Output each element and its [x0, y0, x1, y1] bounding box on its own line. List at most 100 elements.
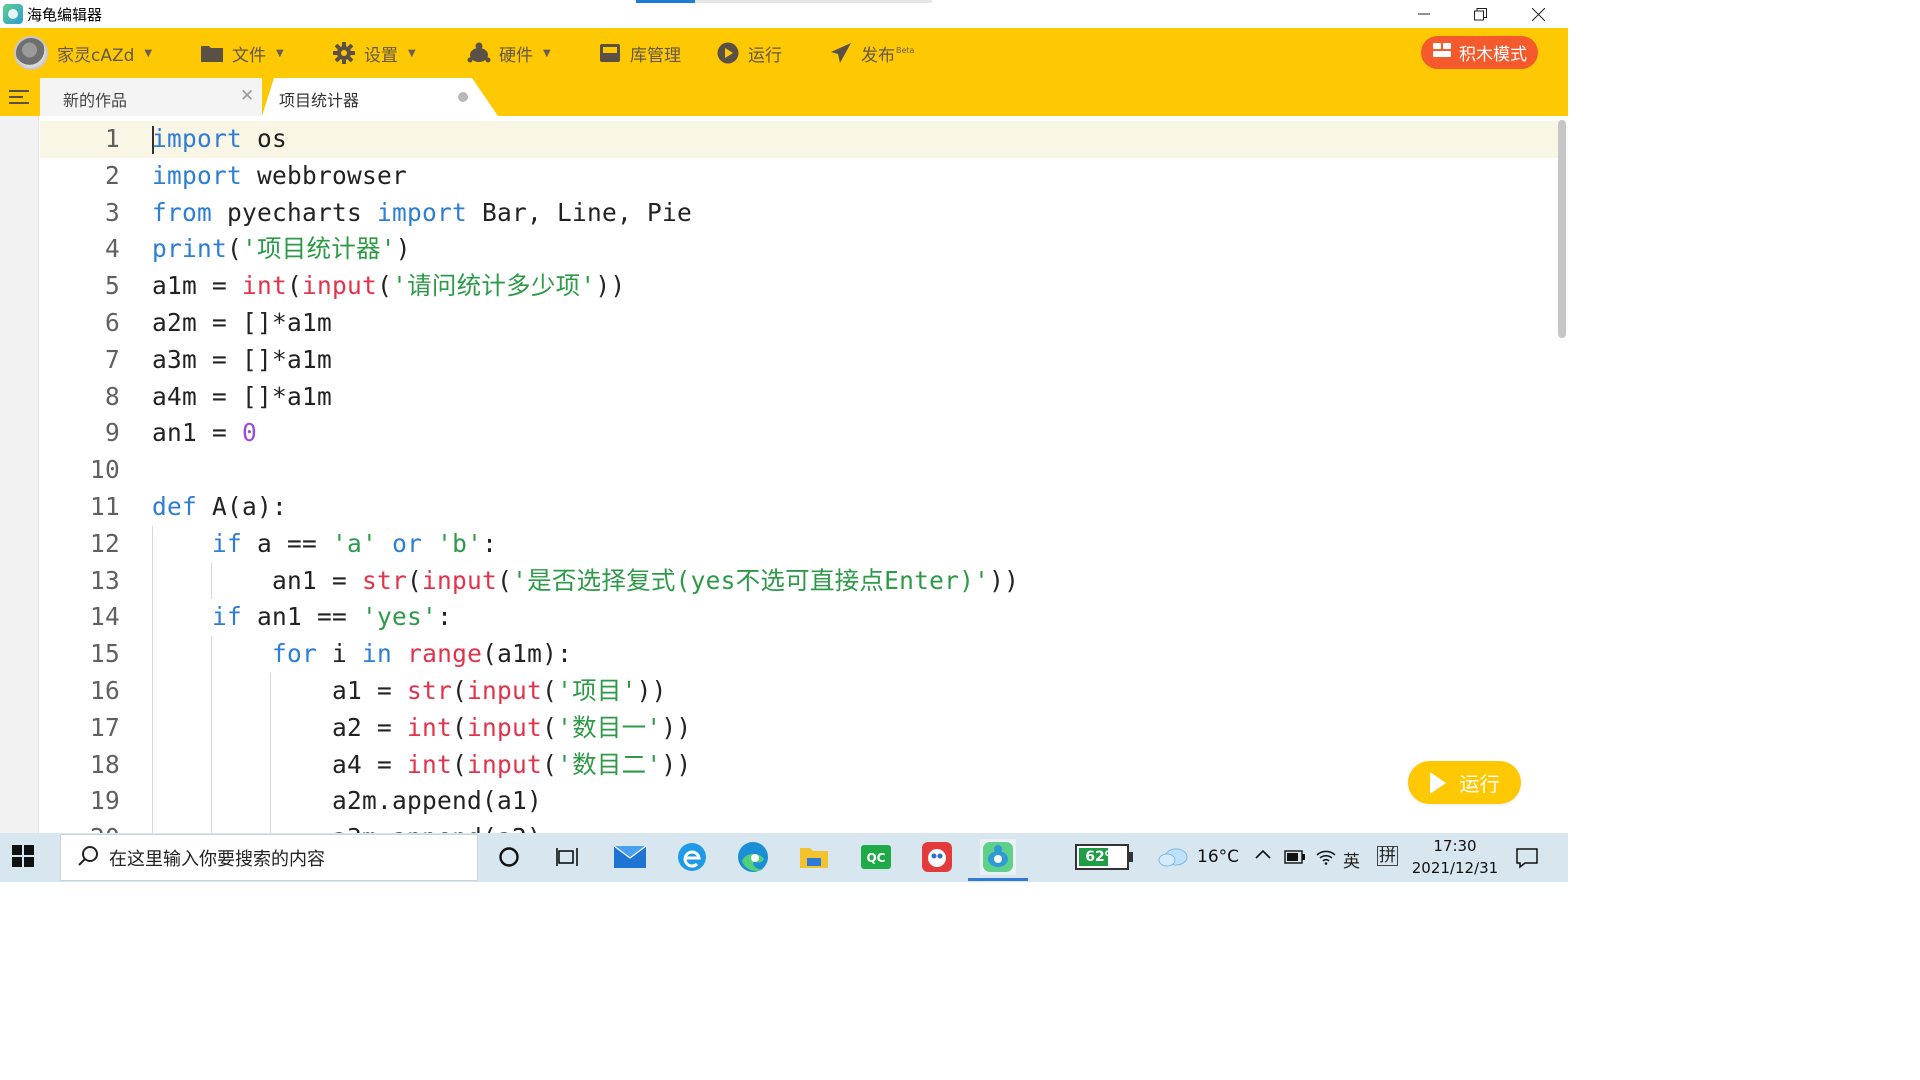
- code-line[interactable]: 14 if an1 == 'yes':: [40, 599, 1558, 636]
- code-line[interactable]: 8 a4m = []*a1m: [40, 379, 1558, 416]
- taskbar-search-input[interactable]: 在这里输入你要搜索的内容: [60, 834, 478, 881]
- tab-project-counter[interactable]: 项目统计器: [262, 78, 498, 116]
- code-line[interactable]: 9 an1 = 0: [40, 415, 1558, 452]
- ime-language[interactable]: 英: [1343, 847, 1360, 872]
- code-editor[interactable]: 1 import os 2 import webbrowser 3 from pyecha…: [40, 116, 1568, 833]
- code-line[interactable]: 2 import webbrowser: [40, 158, 1558, 195]
- sidebar-toggle-button[interactable]: [0, 78, 38, 116]
- turtle-editor-icon: [983, 842, 1013, 872]
- code-line[interactable]: 3 from pyecharts import Bar, Line, Pie: [40, 195, 1558, 232]
- taskbar-mail[interactable]: [612, 839, 648, 875]
- wifi-icon[interactable]: [1316, 847, 1336, 869]
- code-line[interactable]: 19 a2m.append(a1): [40, 783, 1558, 820]
- app-logo-icon: [3, 4, 23, 24]
- line-number: 12: [89, 528, 120, 558]
- code-line[interactable]: 11 def A(a):: [40, 489, 1558, 526]
- code-token: in: [362, 639, 393, 669]
- code-token: or: [392, 528, 423, 558]
- tab-new-work[interactable]: 新的作品: [40, 78, 262, 116]
- game-app-icon: [922, 842, 952, 872]
- publish-button[interactable]: 发布 Beta: [829, 28, 914, 78]
- code-line[interactable]: 6 a2m = []*a1m: [40, 305, 1558, 342]
- code-token: a2 =: [152, 712, 408, 742]
- file-menu[interactable]: 文件 ▼: [200, 28, 284, 78]
- battery-widget[interactable]: 62%: [1075, 844, 1129, 870]
- code-line[interactable]: 10: [40, 452, 1558, 489]
- code-line[interactable]: 16 a1 = str(input('项目')): [40, 673, 1558, 710]
- code-token: (: [452, 749, 468, 779]
- close-button[interactable]: [1510, 0, 1566, 28]
- qc-app-icon: QC: [861, 845, 891, 869]
- load-progress-bar: [636, 0, 932, 3]
- search-icon: [77, 845, 99, 871]
- code-token: import: [377, 197, 468, 227]
- weather-temperature[interactable]: 16°C: [1197, 847, 1239, 867]
- code-line[interactable]: 7 a3m = []*a1m: [40, 342, 1558, 379]
- line-source: a1 = str(input('项目')): [152, 673, 667, 710]
- run-button[interactable]: 运行: [716, 28, 782, 78]
- minimize-button[interactable]: [1396, 0, 1452, 28]
- code-line[interactable]: 4 print('项目统计器'): [40, 231, 1558, 268]
- code-line[interactable]: 12 if a == 'a' or 'b':: [40, 526, 1558, 563]
- run-button-label: 运行: [748, 45, 782, 66]
- library-manager-label: 库管理: [630, 45, 681, 66]
- settings-menu[interactable]: 设置 ▼: [332, 28, 416, 78]
- folder-icon: [800, 848, 828, 868]
- side-gutter: [0, 116, 39, 833]
- line-number: 1: [104, 124, 120, 153]
- search-placeholder: 在这里输入你要搜索的内容: [109, 848, 325, 870]
- cortana-button[interactable]: [491, 839, 527, 875]
- inbox-icon: [598, 41, 622, 65]
- line-source: if a == 'a' or 'b':: [152, 526, 497, 563]
- taskbar-game-app[interactable]: [919, 839, 955, 875]
- code-token: input: [467, 675, 543, 705]
- code-line[interactable]: 17 a2 = int(input('数目一')): [40, 710, 1558, 747]
- floating-run-button[interactable]: 运行: [1408, 761, 1521, 804]
- tab-bar: 新的作品 ✕ 项目统计器: [0, 78, 1568, 116]
- code-line[interactable]: 18 a4 = int(input('数目二')): [40, 747, 1558, 784]
- restore-button[interactable]: [1452, 0, 1508, 28]
- menu-icon: [9, 90, 29, 104]
- cloud-icon[interactable]: [1158, 846, 1190, 872]
- clock-time[interactable]: 17:30: [1410, 837, 1500, 855]
- start-button[interactable]: [12, 845, 38, 871]
- notification-center-icon[interactable]: [1516, 847, 1538, 873]
- user-menu[interactable]: 家灵cAZd ▼: [14, 28, 152, 78]
- code-line[interactable]: 13 an1 = str(input('是否选择复式(yes不选可直接点Ente…: [40, 563, 1558, 600]
- text-cursor: [152, 126, 154, 154]
- taskbar-edge[interactable]: [735, 839, 771, 875]
- vertical-scrollbar[interactable]: [1558, 120, 1566, 338]
- line-source: a2m = []*a1m: [152, 305, 332, 342]
- tab-close-icon[interactable]: ✕: [240, 86, 254, 106]
- clock-date[interactable]: 2021/12/31: [1410, 859, 1500, 877]
- task-view-button[interactable]: [550, 839, 586, 875]
- taskbar-browser-e[interactable]: [674, 839, 710, 875]
- line-source: if an1 == 'yes':: [152, 599, 452, 636]
- taskbar: 在这里输入你要搜索的内容 QC 62% 16°C 英 拼 17:30 2021/…: [0, 833, 1568, 882]
- line-source: def A(a):: [152, 489, 287, 526]
- unsaved-dot-icon[interactable]: [458, 92, 468, 102]
- minimize-icon: [1418, 13, 1430, 15]
- ime-mode[interactable]: 拼: [1377, 846, 1398, 866]
- taskbar-qc-app[interactable]: QC: [858, 839, 894, 875]
- block-mode-button[interactable]: 积木模式: [1421, 36, 1538, 69]
- line-number: 14: [89, 602, 120, 632]
- code-token: :: [482, 528, 498, 558]
- battery-tray-icon[interactable]: [1284, 849, 1306, 868]
- code-line[interactable]: 1 import os: [40, 121, 1558, 158]
- taskbar-turtle-editor[interactable]: [968, 839, 1028, 881]
- code-line[interactable]: 20 a3m.append(a2): [40, 820, 1558, 833]
- code-line[interactable]: 5 a1m = int(input('请问统计多少项')): [40, 268, 1558, 305]
- code-token: webbrowser: [242, 160, 408, 190]
- line-source: from pyecharts import Bar, Line, Pie: [152, 195, 692, 232]
- code-line[interactable]: 15 for i in range(a1m):: [40, 636, 1558, 673]
- taskbar-file-explorer[interactable]: [796, 839, 832, 875]
- line-number: 10: [89, 455, 120, 485]
- library-manager-button[interactable]: 库管理: [598, 28, 681, 78]
- code-token: (: [227, 234, 243, 264]
- hardware-menu[interactable]: 硬件 ▼: [467, 28, 551, 78]
- code-token: an1 =: [152, 565, 363, 595]
- chevron-up-icon[interactable]: [1255, 845, 1271, 864]
